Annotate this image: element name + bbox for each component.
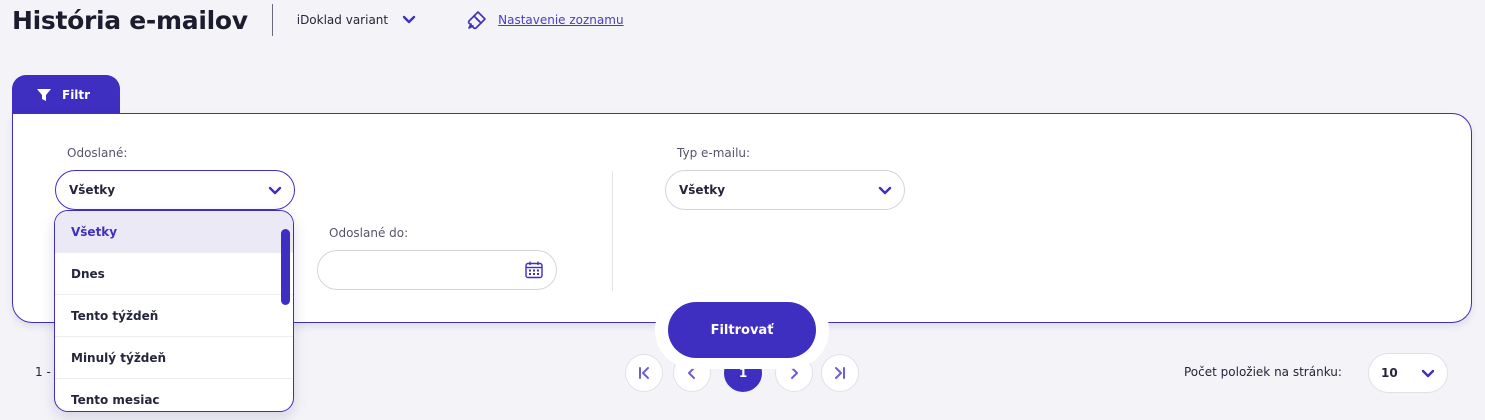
variant-selector[interactable]: iDoklad variant xyxy=(297,13,416,27)
filter-submit-button[interactable]: Filtrovať xyxy=(668,302,816,358)
dropdown-option[interactable]: Minulý týždeň xyxy=(55,337,293,379)
panel-divider xyxy=(612,171,613,291)
email-type-select-value: Všetky xyxy=(679,183,726,197)
sent-label: Odoslané: xyxy=(67,146,128,160)
dropdown-option[interactable]: Dnes xyxy=(55,253,293,295)
sent-select[interactable]: Všetky xyxy=(55,170,295,210)
dropdown-scrollbar[interactable] xyxy=(281,229,290,305)
variant-label: iDoklad variant xyxy=(296,13,389,27)
per-page-value: 10 xyxy=(1381,366,1398,380)
email-type-label: Typ e-mailu: xyxy=(677,146,751,160)
brush-icon xyxy=(467,11,486,30)
page-header: História e-mailov iDoklad variant Nastav… xyxy=(12,0,624,40)
list-settings-label: Nastavenie zoznamu xyxy=(498,13,624,27)
page-title: História e-mailov xyxy=(12,5,248,35)
chevron-down-icon xyxy=(1421,369,1435,378)
sent-to-label: Odoslané do: xyxy=(329,226,409,240)
tab-filter[interactable]: Filtr xyxy=(12,75,120,115)
calendar-icon[interactable] xyxy=(524,260,544,280)
last-page-button[interactable] xyxy=(821,354,859,392)
per-page-select[interactable]: 10 xyxy=(1368,353,1448,393)
sent-to-date-input[interactable] xyxy=(317,250,557,290)
per-page-label: Počet položiek na stránku: xyxy=(1184,365,1342,379)
email-type-select[interactable]: Všetky xyxy=(665,170,905,210)
last-page-icon xyxy=(835,367,845,379)
dropdown-option[interactable]: Tento mesiac xyxy=(55,379,293,411)
chevron-down-icon xyxy=(402,15,416,24)
sent-select-value: Všetky xyxy=(69,183,116,197)
header-divider xyxy=(271,4,273,36)
first-page-icon xyxy=(639,367,649,379)
dropdown-option[interactable]: Tento týždeň xyxy=(55,295,293,337)
first-page-button[interactable] xyxy=(625,354,663,392)
tab-filter-label: Filtr xyxy=(62,88,91,102)
dropdown-option[interactable]: Všetky xyxy=(55,211,293,253)
chevron-down-icon xyxy=(878,186,892,195)
list-settings-link[interactable]: Nastavenie zoznamu xyxy=(466,9,624,31)
chevron-up-icon xyxy=(268,186,282,195)
funnel-icon xyxy=(37,88,51,101)
sent-dropdown-list: Všetky Dnes Tento týždeň Minulý týždeň T… xyxy=(54,210,294,412)
